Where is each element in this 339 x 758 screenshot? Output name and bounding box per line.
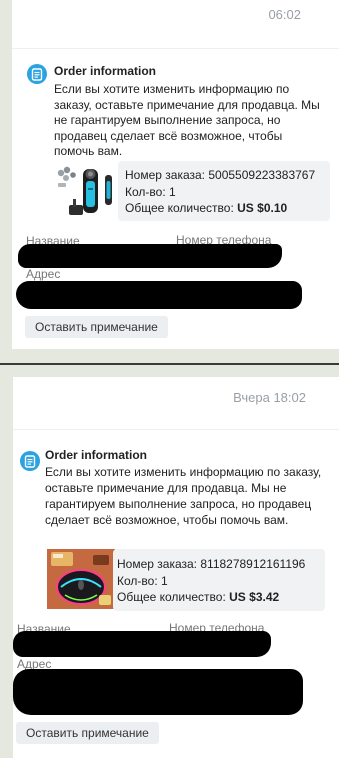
quantity-value: 1 [161,573,168,588]
total-label: Общее количество: [117,590,226,604]
product-image-shaver[interactable] [53,161,125,221]
quantity-row: Кол-во: 1 [125,184,330,201]
redacted-name-phone [18,244,282,268]
total-row: Общее количество: US $0.10 [125,200,330,217]
divider [13,429,339,430]
redacted-address [13,669,303,715]
total-row: Общее количество: US $3.42 [117,589,325,606]
divider [12,48,339,49]
total-label: Общее количество: [125,201,234,215]
order-number-row: Номер заказа: 8118278912161196 [117,556,325,573]
card-title: Order information [45,448,148,462]
order-number-label: Номер заказа: [125,168,206,182]
quantity-label: Кол-во: [125,184,166,199]
address-label: Адрес [26,267,61,281]
quantity-label: Кол-во: [117,573,158,588]
order-number: 5005509223383767 [208,168,316,182]
order-number-row: Номер заказа: 5005509223383767 [125,167,330,184]
product-image-mouse[interactable] [47,549,115,609]
order-number-label: Номер заказа: [117,557,198,571]
message-timestamp: 06:02 [268,7,301,22]
card-description: Если вы хотите изменить информацию по за… [45,465,322,527]
redacted-name-phone [13,631,271,657]
card-description: Если вы хотите изменить информацию по за… [54,82,320,158]
document-icon [20,451,40,471]
order-number: 8118278912161196 [200,557,306,571]
total-value: US $3.42 [229,590,280,604]
message-timestamp: Вчера 18:02 [233,390,306,405]
quantity-row: Кол-во: 1 [117,573,325,590]
chat-message-1: 06:02 Order information Если вы хотите и… [12,0,339,349]
redacted-address [16,281,302,309]
leave-note-button[interactable]: Оставить примечание [25,316,168,338]
card-title: Order information [54,64,157,78]
order-details: Номер заказа: 8118278912161196 Кол-во: 1… [113,549,325,611]
message-separator [0,363,339,365]
total-value: US $0.10 [237,201,288,215]
quantity-value: 1 [169,184,176,199]
leave-note-button[interactable]: Оставить примечание [16,722,159,744]
chat-message-2: Вчера 18:02 Order information Если вы хо… [13,377,339,758]
order-details: Номер заказа: 5005509223383767 Кол-во: 1… [118,161,330,221]
document-icon [27,64,47,84]
